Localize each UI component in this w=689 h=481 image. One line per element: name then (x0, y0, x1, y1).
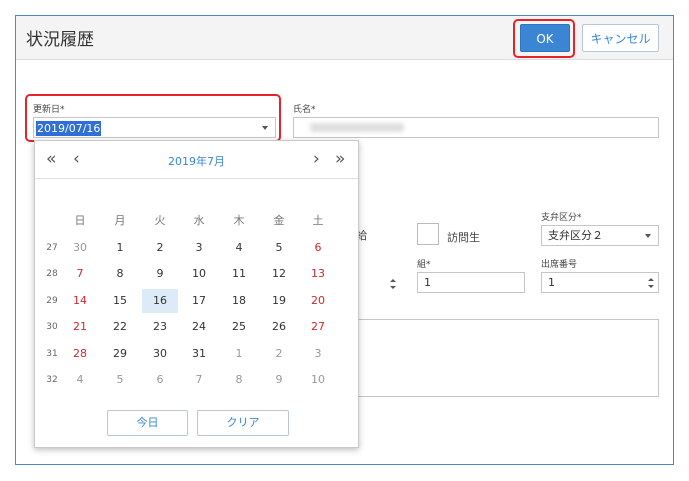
calendar-day[interactable]: 22 (102, 315, 138, 339)
spin-down-icon[interactable] (390, 286, 396, 289)
calendar-day[interactable]: 30 (142, 342, 178, 366)
calendar-day[interactable]: 3 (300, 342, 336, 366)
calendar-day[interactable]: 3 (181, 236, 217, 260)
group-label: 組* (417, 260, 431, 270)
calendar-day[interactable]: 10 (300, 368, 336, 392)
calendar-day[interactable]: 17 (181, 289, 217, 313)
date-picker-popup: « ‹ 2019年7月 › » 日月火水木金土 27 30 1 2 3 4 5 6 28 7 8 9 10… (34, 140, 359, 448)
calendar-day[interactable]: 27 (300, 315, 336, 339)
weekday-header: 水 (193, 214, 205, 227)
calendar-day[interactable]: 7 (62, 262, 98, 286)
calendar-day[interactable]: 31 (181, 342, 217, 366)
calendar-day[interactable]: 16 (142, 289, 178, 313)
calendar-day[interactable]: 23 (142, 315, 178, 339)
branch-label: 支弁区分* (541, 213, 582, 223)
calendar-day[interactable]: 1 (221, 342, 257, 366)
week-number: 32 (46, 375, 58, 385)
calendar-day[interactable]: 14 (62, 289, 98, 313)
notes-textarea[interactable] (356, 319, 659, 397)
weekday-header: 月 (114, 214, 126, 227)
calendar-day[interactable]: 29 (102, 342, 138, 366)
spin-up-icon[interactable] (390, 279, 396, 282)
calendar-day[interactable]: 8 (102, 262, 138, 286)
calendar-day[interactable]: 6 (300, 236, 336, 260)
calendar-day[interactable]: 8 (221, 368, 257, 392)
weekday-header: 日 (74, 214, 86, 227)
calendar-day[interactable]: 20 (300, 289, 336, 313)
calendar-day[interactable]: 9 (261, 368, 297, 392)
calendar-day[interactable]: 12 (261, 262, 297, 286)
spin-down-icon[interactable] (648, 285, 654, 288)
weekday-header: 土 (312, 214, 324, 227)
weekday-header: 金 (273, 214, 285, 227)
calendar-day[interactable]: 19 (261, 289, 297, 313)
seat-number-input[interactable]: 1 (541, 272, 659, 293)
group-input[interactable]: 1 (417, 272, 525, 293)
month-title[interactable]: 2019年7月 (35, 153, 358, 169)
branch-select[interactable]: 支弁区分２ (541, 225, 659, 246)
weekday-header: 木 (233, 214, 245, 227)
today-button[interactable]: 今日 (107, 410, 188, 436)
calendar-day[interactable]: 28 (62, 342, 98, 366)
dialog-header: 状況履歴 OK キャンセル (16, 16, 673, 60)
calendar-day[interactable]: 26 (261, 315, 297, 339)
calendar-day[interactable]: 5 (261, 236, 297, 260)
calendar-day[interactable]: 11 (221, 262, 257, 286)
calendar-day[interactable]: 18 (221, 289, 257, 313)
calendar-day[interactable]: 10 (181, 262, 217, 286)
clear-button[interactable]: クリア (197, 410, 289, 436)
dialog-title: 状況履歴 (26, 30, 94, 50)
week-number: 28 (46, 269, 58, 279)
calendar-day[interactable]: 4 (221, 236, 257, 260)
visit-label: 訪問生 (447, 231, 480, 244)
calendar-day[interactable]: 4 (62, 368, 98, 392)
name-redacted (310, 123, 404, 132)
ok-button[interactable]: OK (520, 24, 570, 52)
update-date-highlight-box (25, 94, 281, 142)
calendar-day[interactable]: 2 (261, 342, 297, 366)
calendar-day[interactable]: 6 (142, 368, 178, 392)
calendar-day[interactable]: 5 (102, 368, 138, 392)
calendar-day[interactable]: 21 (62, 315, 98, 339)
calendar-day[interactable]: 9 (142, 262, 178, 286)
calendar-day[interactable]: 25 (221, 315, 257, 339)
calendar-day[interactable]: 1 (102, 236, 138, 260)
seat-number-label: 出席番号 (541, 260, 578, 270)
week-number: 31 (46, 349, 58, 359)
calendar-day[interactable]: 15 (102, 289, 138, 313)
calendar-day[interactable]: 2 (142, 236, 178, 260)
calendar-day[interactable]: 7 (181, 368, 217, 392)
calendar-day[interactable]: 13 (300, 262, 336, 286)
next-month-icon[interactable]: › (313, 149, 320, 169)
chevron-down-icon[interactable] (645, 234, 651, 238)
name-label: 氏名* (293, 105, 316, 115)
status-history-dialog: 状況履歴 OK キャンセル 更新日* 2019/07/16 氏名* 給 訪問生 … (15, 15, 674, 465)
cancel-button[interactable]: キャンセル (582, 24, 659, 52)
date-picker-header: « ‹ 2019年7月 › » (35, 141, 358, 179)
weekday-header: 火 (154, 214, 166, 227)
next-year-icon[interactable]: » (335, 149, 345, 169)
week-number: 27 (46, 243, 58, 253)
calendar-day[interactable]: 24 (181, 315, 217, 339)
calendar-day[interactable]: 30 (62, 236, 98, 260)
week-number: 30 (46, 322, 58, 332)
spin-up-icon[interactable] (648, 278, 654, 281)
visit-checkbox[interactable] (417, 223, 439, 245)
week-number: 29 (46, 296, 58, 306)
